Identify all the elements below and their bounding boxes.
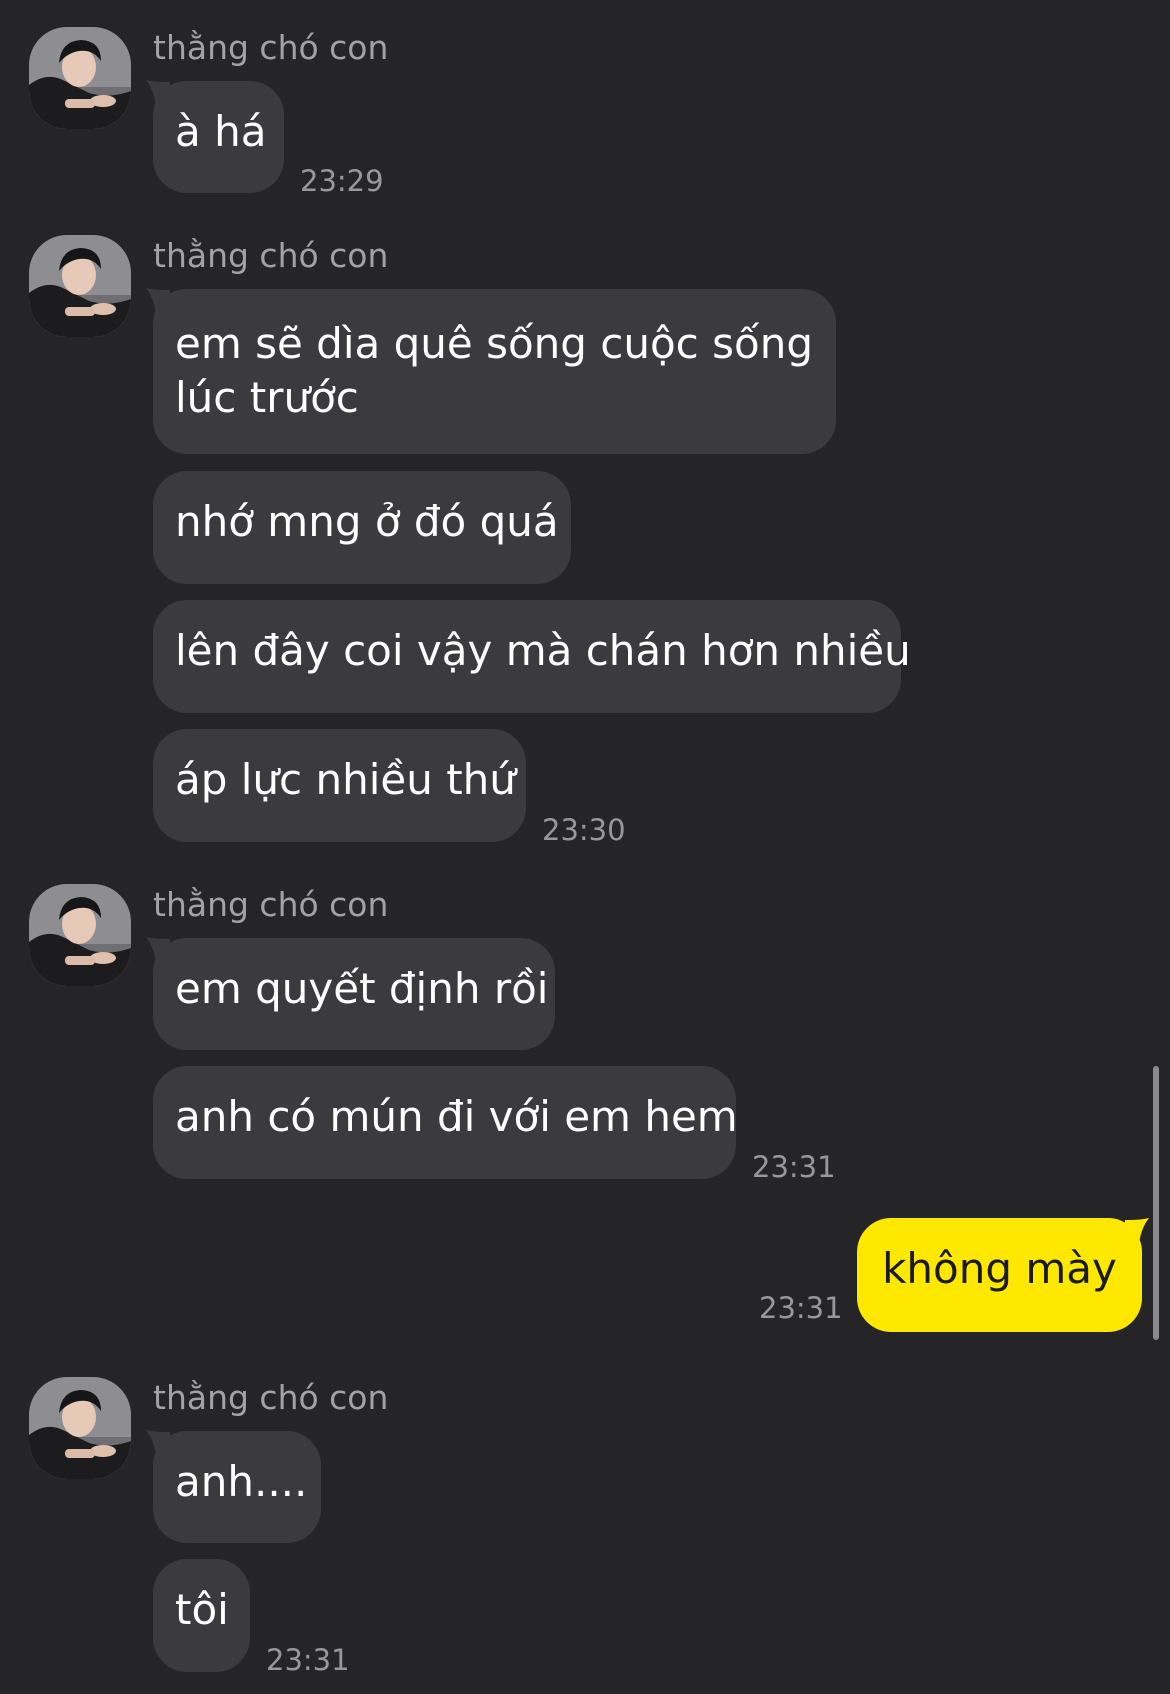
message-timestamp: 23:29 xyxy=(300,164,384,198)
contact-avatar[interactable] xyxy=(29,884,131,986)
message-bubble-outgoing[interactable]: không mày xyxy=(857,1218,1142,1332)
message-bubble[interactable]: lên đây coi vậy mà chán hơn nhiều xyxy=(153,600,911,713)
contact-avatar-photo-icon xyxy=(29,1377,131,1479)
message-bubble[interactable]: tôi xyxy=(153,1559,250,1672)
message-timestamp: 23:31 xyxy=(759,1291,843,1325)
message-bubble[interactable]: à há xyxy=(153,81,284,193)
contact-avatar-photo-icon xyxy=(29,27,131,129)
contact-avatar[interactable] xyxy=(29,1377,131,1479)
message-timestamp: 23:30 xyxy=(542,813,626,847)
message-bubble[interactable]: em sẽ dìa quê sống cuộc sống lúc trước xyxy=(153,289,836,454)
sender-name: thằng chó con xyxy=(153,28,389,67)
contact-avatar-photo-icon xyxy=(29,884,131,986)
message-bubble[interactable]: áp lực nhiều thứ xyxy=(153,729,526,842)
sender-name: thằng chó con xyxy=(153,236,389,275)
contact-avatar[interactable] xyxy=(29,235,131,337)
message-bubble[interactable]: anh.... xyxy=(153,1431,321,1543)
contact-avatar[interactable] xyxy=(29,27,131,129)
sender-name: thằng chó con xyxy=(153,1378,389,1417)
scrollbar[interactable] xyxy=(1153,1066,1159,1340)
contact-avatar-photo-icon xyxy=(29,235,131,337)
message-timestamp: 23:31 xyxy=(266,1643,350,1677)
bubble-tail xyxy=(1125,1218,1149,1244)
message-bubble[interactable]: anh có mún đi với em hem xyxy=(153,1066,738,1179)
sender-name: thằng chó con xyxy=(153,885,389,924)
message-bubble[interactable]: em quyết định rồi xyxy=(153,938,555,1050)
message-timestamp: 23:31 xyxy=(752,1150,836,1184)
message-bubble[interactable]: nhớ mng ở đó quá xyxy=(153,471,571,584)
